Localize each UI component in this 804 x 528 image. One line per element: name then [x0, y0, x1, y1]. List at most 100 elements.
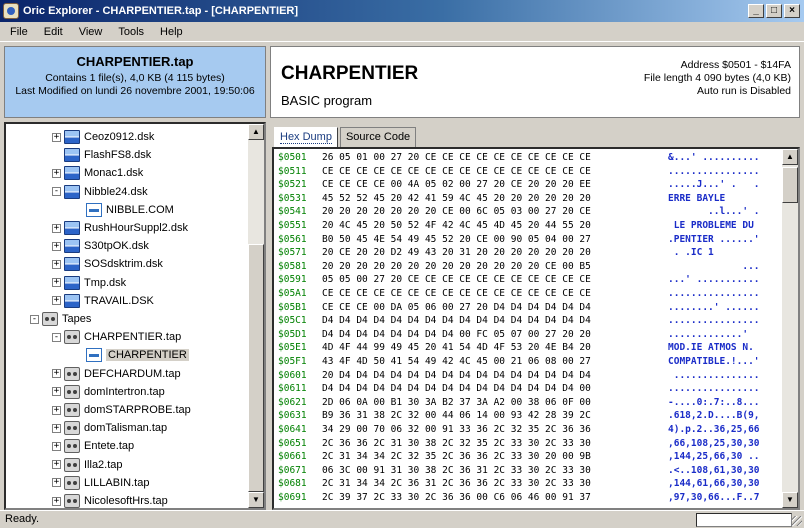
expand-icon[interactable]: +: [52, 223, 61, 233]
hex-ascii: COMPATIBLE.!...': [668, 356, 760, 367]
maximize-button[interactable]: □: [766, 4, 782, 18]
expand-icon[interactable]: +: [52, 496, 61, 506]
disk-icon: [64, 148, 80, 163]
hex-bytes: 2C 31 34 34 2C 36 31 2C 36 36 2C 33 30 2…: [322, 478, 591, 490]
tree-item-label: domSTARPROBE.tap: [84, 404, 191, 416]
hex-address: $05C1: [278, 315, 307, 327]
expand-icon[interactable]: +: [52, 278, 61, 288]
expand-icon[interactable]: +: [52, 168, 61, 178]
scroll-thumb[interactable]: [782, 167, 798, 203]
expand-icon[interactable]: +: [52, 259, 61, 269]
tree-scrollbar[interactable]: ▲ ▼: [248, 124, 264, 508]
hex-ascii: ................: [668, 315, 760, 327]
hex-address: $0571: [278, 247, 307, 259]
tree-item[interactable]: + domIntertron.tap: [52, 383, 165, 401]
tree-item-label: S30tpOK.dsk: [84, 240, 149, 253]
collapse-icon[interactable]: -: [30, 314, 39, 324]
expand-icon[interactable]: +: [52, 369, 61, 379]
tree-item[interactable]: NIBBLE.COM: [74, 201, 174, 219]
tree-item[interactable]: CHARPENTIER: [74, 346, 189, 364]
menu-help[interactable]: Help: [152, 26, 191, 38]
tree-item-label: Entete.tap: [84, 440, 135, 453]
tree-item[interactable]: FlashFS8.dsk: [52, 146, 151, 164]
expand-icon[interactable]: +: [52, 296, 61, 306]
hex-bytes: CE CE CE CE CE CE CE CE CE CE CE CE CE C…: [322, 288, 591, 299]
hex-bytes: D4 D4 D4 D4 D4 D4 D4 D4 D4 D4 D4 D4 D4 D…: [322, 315, 591, 327]
collapse-icon[interactable]: -: [52, 187, 61, 197]
expand-icon[interactable]: +: [52, 132, 61, 142]
tape-icon: [42, 312, 58, 326]
tree-item[interactable]: + Illa2.tap: [52, 456, 123, 474]
tree-item[interactable]: + S30tpOK.dsk: [52, 237, 149, 255]
tree-item[interactable]: + TRAVAIL.DSK: [52, 292, 154, 310]
hex-address: $0621: [278, 396, 307, 408]
tree-item[interactable]: + Tmp.dsk: [52, 274, 126, 292]
hex-bytes: 43 4F 4D 50 41 54 49 42 4C 45 00 21 06 0…: [322, 356, 591, 367]
expand-icon[interactable]: +: [52, 405, 61, 415]
expand-icon[interactable]: +: [52, 460, 61, 470]
hex-bytes: 4D 4F 44 99 49 45 20 41 54 4D 4F 53 20 4…: [322, 342, 591, 354]
expand-icon[interactable]: +: [52, 478, 61, 488]
hex-ascii: LE PROBLEME DU: [668, 220, 760, 231]
file-tree[interactable]: ▲ ▼ + Ceoz0912.dsk FlashFS8.dsk + Monac1.dsk…: [4, 122, 266, 510]
tree-item[interactable]: + SOSdsktrim.dsk: [52, 255, 163, 273]
tab-hex-dump-label: Hex Dump: [280, 131, 332, 144]
hex-bytes: CE CE CE CE CE CE CE CE CE CE CE CE CE C…: [322, 165, 591, 177]
hex-address: $0541: [278, 206, 307, 218]
minimize-button[interactable]: _: [748, 4, 764, 18]
hex-ascii: ERRE BAYLE: [668, 192, 760, 204]
tree-item[interactable]: + Entete.tap: [52, 437, 134, 455]
hex-ascii: .....J...' . .: [668, 179, 760, 191]
tree-item[interactable]: - Nibble24.dsk: [52, 183, 148, 201]
tree-item[interactable]: + LILLABIN.tap: [52, 474, 149, 492]
hex-address: $0631: [278, 410, 307, 422]
hex-ascii: ...' ...........: [668, 274, 760, 286]
scroll-up-arrow-icon[interactable]: ▲: [248, 124, 264, 140]
hex-ascii: -....0:.7:..8...: [668, 396, 760, 408]
title-bar: Oric Explorer - CHARPENTIER.tap - [CHARP…: [0, 0, 804, 22]
scroll-thumb[interactable]: [248, 244, 264, 492]
tree-item[interactable]: + Ceoz0912.dsk: [52, 128, 154, 146]
program-autorun: Auto run is Disabled: [697, 85, 791, 97]
menu-view[interactable]: View: [71, 26, 111, 38]
info-filename: CHARPENTIER.tap: [76, 54, 194, 69]
scroll-down-arrow-icon[interactable]: ▼: [782, 492, 798, 508]
tree-item[interactable]: + domTalisman.tap: [52, 419, 167, 437]
hex-address: $05F1: [278, 356, 307, 367]
menu-edit[interactable]: Edit: [36, 26, 71, 38]
scroll-up-arrow-icon[interactable]: ▲: [782, 149, 798, 165]
tree-item[interactable]: + DEFCHARDUM.tap: [52, 365, 181, 383]
tree-item[interactable]: + domSTARPROBE.tap: [52, 401, 191, 419]
expand-icon[interactable]: +: [52, 441, 61, 451]
tab-source-code[interactable]: Source Code: [339, 127, 417, 147]
hex-address: $0601: [278, 369, 307, 381]
tree-item-label: CHARPENTIER: [106, 349, 189, 362]
tree-item[interactable]: - Tapes: [30, 310, 91, 328]
menu-file[interactable]: File: [2, 26, 36, 38]
tree-item-label: NIBBLE.COM: [106, 203, 174, 216]
tree-item[interactable]: + RushHourSuppl2.dsk: [52, 219, 188, 237]
menu-tools[interactable]: Tools: [110, 26, 152, 38]
close-button[interactable]: ×: [784, 4, 800, 18]
info-modified: Last Modified on lundi 26 novembre 2001,…: [15, 85, 255, 97]
expand-icon[interactable]: +: [52, 387, 61, 397]
tree-item[interactable]: - CHARPENTIER.tap: [52, 328, 181, 346]
expand-icon[interactable]: +: [52, 423, 61, 433]
tree-item-label: Illa2.tap: [84, 458, 123, 471]
expand-icon[interactable]: +: [52, 241, 61, 251]
tree-item[interactable]: + NicolesoftHrs.tap: [52, 492, 168, 508]
view-tabs: Hex Dump Source Code: [274, 127, 418, 148]
tab-hex-dump[interactable]: Hex Dump: [274, 127, 338, 148]
hex-ascii: .............': [668, 328, 760, 340]
tree-item-label: NicolesoftHrs.tap: [84, 495, 168, 507]
disk-icon: [64, 257, 80, 272]
scroll-down-arrow-icon[interactable]: ▼: [248, 492, 264, 508]
hex-ascii: &...' ..........: [668, 152, 760, 163]
resize-grip-icon[interactable]: [792, 516, 802, 526]
hex-dump-view[interactable]: ▲ ▼ $0501 26 05 01 00 27 20 CE CE CE CE C…: [272, 147, 800, 510]
hex-scrollbar[interactable]: ▲ ▼: [782, 149, 798, 508]
tree-item[interactable]: + Monac1.dsk: [52, 164, 143, 182]
hex-address: $0591: [278, 274, 307, 286]
collapse-icon[interactable]: -: [52, 332, 61, 342]
